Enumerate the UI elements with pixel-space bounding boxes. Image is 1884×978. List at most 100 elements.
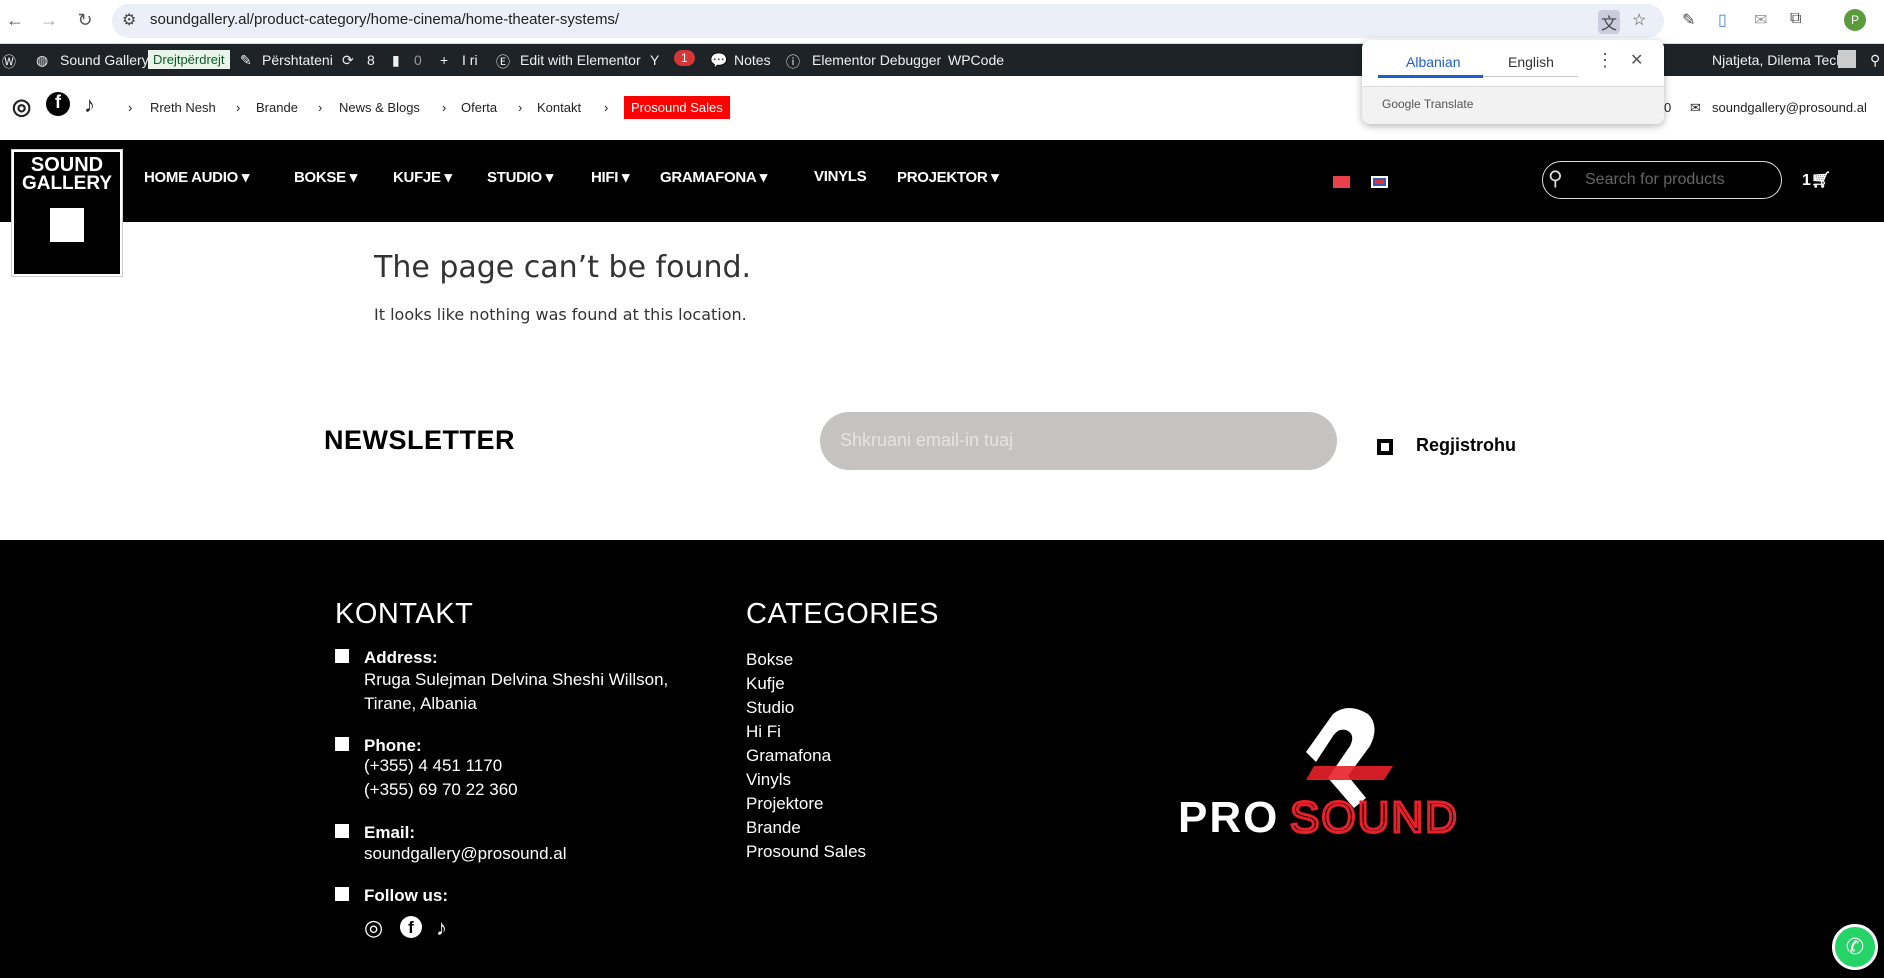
eyedropper-icon[interactable]: ✎ [1682, 10, 1695, 30]
prosound-logo[interactable]: PRO SOUND [1178, 706, 1538, 836]
search-icon[interactable]: ⚲ [1870, 52, 1880, 69]
prosound-sales-button[interactable]: Prosound Sales [624, 96, 730, 119]
comments-count[interactable]: 0 [414, 52, 422, 68]
cart-button[interactable]: 1🛒︎ [1802, 170, 1831, 190]
browser-toolbar: ← → ↻ ⚙ soundgallery.al/product-category… [0, 0, 1884, 44]
bullet-icon [335, 649, 349, 663]
category-link[interactable]: Bokse [746, 650, 793, 670]
breadcrumb-link[interactable]: Brande [256, 100, 298, 115]
elementor-icon: Ⓔ [496, 54, 510, 70]
updates-icon: ⟳ [342, 52, 354, 68]
bookmark-star-icon[interactable]: ☆ [1632, 10, 1646, 30]
new-link[interactable]: I ri [462, 52, 478, 68]
tiktok-icon[interactable]: ♪ [436, 916, 447, 940]
live-badge[interactable]: Drejtpërdrejt [148, 50, 230, 69]
wpcode-link[interactable]: WPCode [948, 52, 1004, 68]
nav-item-kufje[interactable]: KUFJE ▾ [393, 168, 452, 186]
albanian-flag-icon[interactable] [1333, 176, 1350, 188]
tab-english[interactable]: English [1508, 54, 1554, 70]
english-flag-icon[interactable] [1371, 176, 1388, 188]
cart-icon: 🛒︎ [1810, 172, 1832, 189]
site-logo[interactable]: SOUND GALLERY [12, 150, 122, 276]
svg-text:SOUND: SOUND [1290, 793, 1459, 836]
facebook-icon[interactable]: f [400, 916, 422, 938]
category-link[interactable]: Studio [746, 698, 794, 718]
svg-text:PRO: PRO [1178, 793, 1279, 836]
category-link[interactable]: Prosound Sales [746, 842, 866, 862]
chevron-icon: › [318, 100, 323, 115]
wordpress-icon[interactable]: Ⓦ [2, 52, 16, 72]
close-icon[interactable]: ✕ [1630, 50, 1643, 70]
category-link[interactable]: Projektore [746, 794, 823, 814]
newsletter-title: NEWSLETTER [324, 425, 515, 455]
mail-icon: ✉ [1690, 100, 1701, 115]
yoast-badge[interactable]: 1 [674, 50, 695, 66]
user-avatar[interactable] [1838, 50, 1856, 68]
reload-icon[interactable]: ↻ [74, 10, 96, 31]
search-placeholder[interactable]: Search for products [1585, 171, 1725, 189]
logo-line: SOUND [30, 154, 104, 176]
url-text[interactable]: soundgallery.al/product-category/home-ci… [150, 11, 619, 28]
edit-elementor-link[interactable]: Edit with Elementor [520, 52, 641, 68]
bullet-icon [335, 737, 349, 751]
email-link[interactable]: soundgallery@prosound.al [1712, 100, 1867, 115]
notes-link[interactable]: Notes [734, 52, 771, 68]
customize-link[interactable]: Përshtateni [262, 52, 333, 68]
nav-item-studio[interactable]: STUDIO ▾ [487, 168, 553, 186]
breadcrumb-link[interactable]: Rreth Nesh [150, 100, 216, 115]
phone-link[interactable]: (+355) 4 451 1170 [364, 754, 502, 778]
category-link[interactable]: Gramafona [746, 746, 831, 766]
nav-item-vinyls[interactable]: VINYLS [814, 168, 867, 185]
nav-item-hifi[interactable]: HIFI ▾ [591, 168, 630, 186]
extensions-puzzle-icon[interactable]: ⧉ [1790, 10, 1801, 28]
profile-avatar[interactable]: P [1844, 9, 1866, 31]
instagram-icon[interactable]: ◎ [12, 94, 31, 120]
greeting-link[interactable]: Njatjeta, Dilema Tech [1712, 52, 1844, 68]
breadcrumb-link[interactable]: News & Blogs [339, 100, 420, 115]
active-tab-indicator [1378, 75, 1483, 78]
page-title: The page can’t be found. [374, 250, 752, 285]
phone-link[interactable]: (+355) 69 70 22 360 [364, 778, 518, 802]
info-icon: ⓘ [786, 54, 800, 70]
checkbox-icon[interactable] [1377, 439, 1393, 455]
nav-item-home-audio[interactable]: HOME AUDIO ▾ [144, 168, 249, 186]
site-settings-icon[interactable]: ⚙ [122, 10, 136, 30]
comments-icon: ▮ [392, 52, 400, 68]
register-button[interactable]: Regjistrohu [1416, 435, 1516, 456]
instagram-icon[interactable]: ◎ [364, 916, 383, 940]
whatsapp-button[interactable]: ✆ [1832, 924, 1878, 970]
facebook-icon[interactable]: f [46, 92, 70, 116]
translate-icon[interactable]: 文 [1598, 10, 1621, 34]
brush-icon: ✎ [240, 52, 252, 68]
email-link[interactable]: soundgallery@prosound.al [364, 842, 567, 866]
bullet-icon [335, 887, 349, 901]
nav-item-projektor[interactable]: PROJEKTOR ▾ [897, 168, 999, 186]
not-found-message: It looks like nothing was found at this … [374, 305, 747, 324]
category-link[interactable]: Brande [746, 818, 801, 838]
chevron-icon: › [442, 100, 447, 115]
nav-item-gramafona[interactable]: GRAMAFONA ▾ [660, 168, 767, 186]
logo-line: GALLERY [21, 173, 113, 194]
category-link[interactable]: Hi Fi [746, 722, 781, 742]
bullet-icon [335, 824, 349, 838]
footer: KONTAKT Address: Rruga Sulejman Delvina … [0, 540, 1884, 978]
extension-icon[interactable]: ▯ [1718, 10, 1727, 30]
debugger-link[interactable]: Elementor Debugger [812, 52, 941, 68]
site-name-link[interactable]: Sound Gallery [60, 52, 149, 68]
tab-albanian[interactable]: Albanian [1406, 54, 1461, 70]
follow-label: Follow us: [364, 886, 449, 905]
category-link[interactable]: Vinyls [746, 770, 791, 790]
updates-count[interactable]: 8 [367, 52, 375, 68]
email-placeholder[interactable]: Shkruani email-in tuaj [840, 430, 1013, 451]
forward-icon[interactable]: → [38, 10, 60, 31]
tiktok-icon[interactable]: ♪ [84, 92, 95, 118]
extension-icon[interactable]: ✉ [1754, 10, 1767, 30]
breadcrumb-link[interactable]: Oferta [461, 100, 497, 115]
back-icon[interactable]: ← [4, 10, 26, 31]
phone-text[interactable]: 0 [1664, 100, 1671, 115]
categories-heading: CATEGORIES [746, 598, 939, 630]
more-options-icon[interactable]: ⋮ [1596, 50, 1614, 71]
nav-item-bokse[interactable]: BOKSE ▾ [294, 168, 357, 186]
breadcrumb-link[interactable]: Kontakt [537, 100, 581, 115]
category-link[interactable]: Kufje [746, 674, 785, 694]
